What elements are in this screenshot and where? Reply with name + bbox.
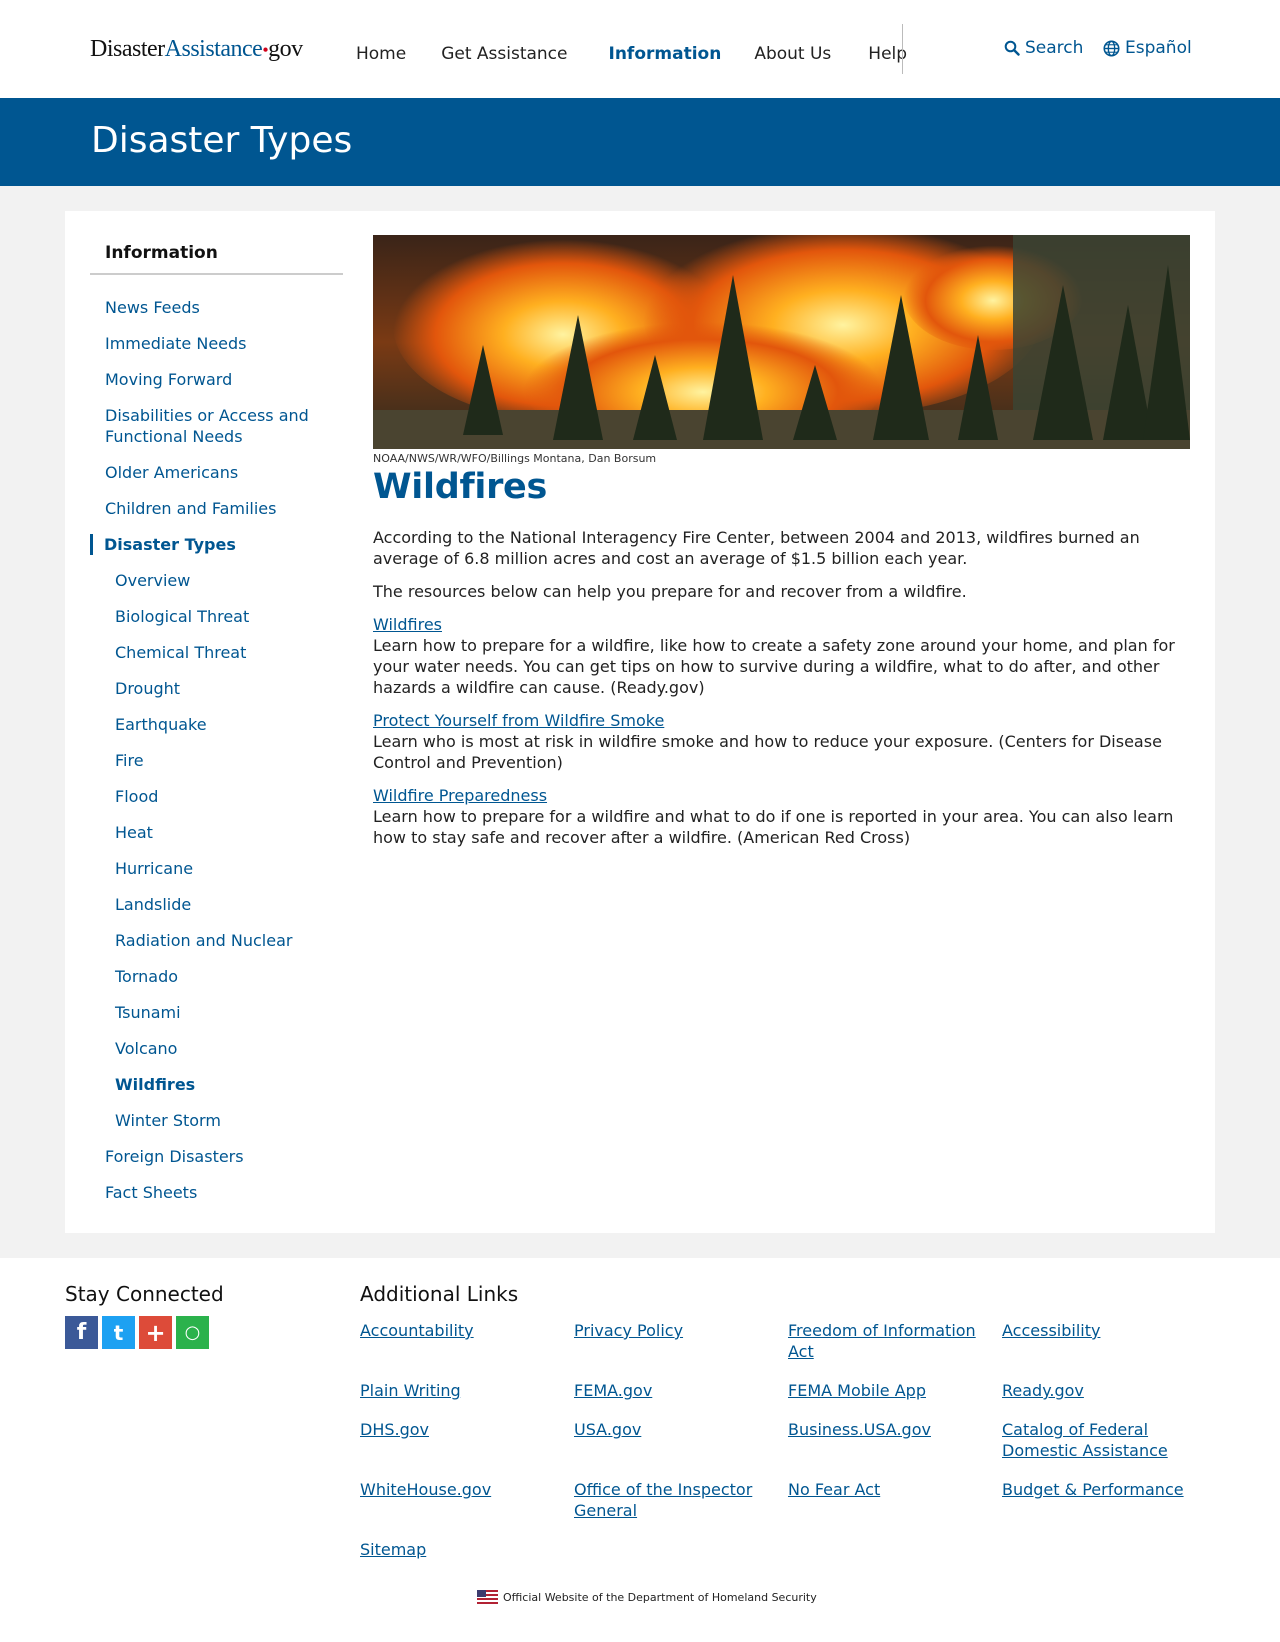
sidebar-item-news-feeds[interactable]: News Feeds <box>90 297 343 318</box>
sidebar-subitem-wildfires[interactable]: Wildfires <box>90 1074 343 1095</box>
nav-divider <box>902 24 903 74</box>
footer-link-privacy-policy[interactable]: Privacy Policy <box>574 1320 788 1362</box>
sidebar-subitem-tornado[interactable]: Tornado <box>90 966 343 987</box>
resource-description: Learn how to prepare for a wildfire, lik… <box>373 636 1175 697</box>
additional-links-heading: Additional Links <box>360 1282 519 1306</box>
wildfire-hero-image <box>373 235 1190 449</box>
links-row: Accountability Privacy Policy Freedom of… <box>360 1320 1240 1362</box>
image-credit: NOAA/NWS/WR/WFO/Billings Montana, Dan Bo… <box>373 452 657 465</box>
footer-link-accountability[interactable]: Accountability <box>360 1320 574 1362</box>
sidebar-subitem-biological-threat[interactable]: Biological Threat <box>90 606 343 627</box>
sidebar-subitem-earthquake[interactable]: Earthquake <box>90 714 343 735</box>
site-logo[interactable]: DisasterAssistance•gov <box>90 36 303 63</box>
footer-link-budget-performance[interactable]: Budget & Performance <box>1002 1479 1216 1521</box>
sidebar-subitem-hurricane[interactable]: Hurricane <box>90 858 343 879</box>
footer-link-accessibility[interactable]: Accessibility <box>1002 1320 1216 1362</box>
sidebar-subitem-radiation-nuclear[interactable]: Radiation and Nuclear <box>90 930 343 951</box>
nav-information[interactable]: Information <box>609 44 722 64</box>
sidebar-subitem-volcano[interactable]: Volcano <box>90 1038 343 1059</box>
page-banner: Disaster Types <box>0 98 1280 186</box>
resource-link-wildfires[interactable]: Wildfires <box>373 614 1190 635</box>
search-icon <box>1004 40 1020 56</box>
links-row: WhiteHouse.gov Office of the Inspector G… <box>360 1479 1240 1521</box>
sidebar-item-moving-forward[interactable]: Moving Forward <box>90 369 343 390</box>
twitter-icon[interactable]: t <box>102 1316 135 1349</box>
footer-link-no-fear-act[interactable]: No Fear Act <box>788 1479 1002 1521</box>
resource-item: Wildfire Preparedness Learn how to prepa… <box>373 785 1190 848</box>
globe-icon <box>1103 39 1120 57</box>
footer-link-whitehouse[interactable]: WhiteHouse.gov <box>360 1479 574 1521</box>
resource-description: Learn how to prepare for a wildfire and … <box>373 807 1174 847</box>
search-button[interactable]: Search <box>1004 38 1083 58</box>
official-website-text: Official Website of the Department of Ho… <box>503 1590 817 1604</box>
resource-item: Protect Yourself from Wildfire Smoke Lea… <box>373 710 1190 773</box>
sidebar: Information News Feeds Immediate Needs M… <box>90 235 343 1218</box>
sidebar-subitem-tsunami[interactable]: Tsunami <box>90 1002 343 1023</box>
sidebar-item-disabilities[interactable]: Disabilities or Access and Functional Ne… <box>90 405 343 447</box>
sidebar-subitem-flood[interactable]: Flood <box>90 786 343 807</box>
resource-link-wildfire-preparedness[interactable]: Wildfire Preparedness <box>373 785 1190 806</box>
sidebar-item-immediate-needs[interactable]: Immediate Needs <box>90 333 343 354</box>
links-row: Plain Writing FEMA.gov FEMA Mobile App R… <box>360 1380 1240 1401</box>
logo-part-disaster: Disaster <box>90 36 165 62</box>
sidebar-item-fact-sheets[interactable]: Fact Sheets <box>90 1182 343 1203</box>
site-header: DisasterAssistance•gov Home Get Assistan… <box>0 0 1280 98</box>
us-flag-icon <box>477 1590 498 1604</box>
sidebar-subitem-fire[interactable]: Fire <box>90 750 343 771</box>
footer-link-fema[interactable]: FEMA.gov <box>574 1380 788 1401</box>
footer-link-dhs[interactable]: DHS.gov <box>360 1419 574 1461</box>
nav-get-assistance[interactable]: Get Assistance <box>441 44 567 64</box>
resource-link-wildfire-smoke[interactable]: Protect Yourself from Wildfire Smoke <box>373 710 1190 731</box>
chat-icon[interactable]: ○ <box>176 1316 209 1349</box>
official-website-notice: Official Website of the Department of Ho… <box>477 1590 817 1604</box>
sidebar-subitem-winter-storm[interactable]: Winter Storm <box>90 1110 343 1131</box>
language-label: Español <box>1125 38 1192 58</box>
language-toggle[interactable]: Español <box>1103 38 1192 58</box>
footer-link-ready[interactable]: Ready.gov <box>1002 1380 1216 1401</box>
sidebar-list: News Feeds Immediate Needs Moving Forwar… <box>90 297 343 1203</box>
logo-part-assistance: Assistance <box>164 36 263 62</box>
sidebar-item-children-families[interactable]: Children and Families <box>90 498 343 519</box>
google-plus-icon[interactable]: + <box>139 1316 172 1349</box>
page-title: Disaster Types <box>91 120 353 161</box>
footer-link-fema-mobile-app[interactable]: FEMA Mobile App <box>788 1380 1002 1401</box>
nav-home[interactable]: Home <box>356 44 406 64</box>
sidebar-subitem-chemical-threat[interactable]: Chemical Threat <box>90 642 343 663</box>
sidebar-subitem-heat[interactable]: Heat <box>90 822 343 843</box>
footer-link-business-usa[interactable]: Business.USA.gov <box>788 1419 1002 1461</box>
article-title: Wildfires <box>373 467 548 507</box>
main-nav: Home Get Assistance Information About Us… <box>356 44 907 64</box>
facebook-icon[interactable]: f <box>65 1316 98 1349</box>
footer-link-sitemap[interactable]: Sitemap <box>360 1539 574 1560</box>
footer-link-foia[interactable]: Freedom of Information Act <box>788 1320 1002 1362</box>
main-card: Information News Feeds Immediate Needs M… <box>65 211 1215 1233</box>
footer-link-usa[interactable]: USA.gov <box>574 1419 788 1461</box>
sidebar-subitem-overview[interactable]: Overview <box>90 570 343 591</box>
sidebar-item-older-americans[interactable]: Older Americans <box>90 462 343 483</box>
main-content: NOAA/NWS/WR/WFO/Billings Montana, Dan Bo… <box>373 235 1190 848</box>
sidebar-subitem-drought[interactable]: Drought <box>90 678 343 699</box>
resource-item: Wildfires Learn how to prepare for a wil… <box>373 614 1190 698</box>
nav-about-us[interactable]: About Us <box>754 44 831 64</box>
footer-link-plain-writing[interactable]: Plain Writing <box>360 1380 574 1401</box>
sidebar-item-foreign-disasters[interactable]: Foreign Disasters <box>90 1146 343 1167</box>
footer-link-catalog-federal-assistance[interactable]: Catalog of Federal Domestic Assistance <box>1002 1419 1216 1461</box>
intro-paragraph: According to the National Interagency Fi… <box>373 528 1140 568</box>
links-row: Sitemap <box>360 1539 1240 1560</box>
search-label: Search <box>1025 38 1084 58</box>
additional-links: Accountability Privacy Policy Freedom of… <box>360 1320 1240 1578</box>
social-links: f t + ○ <box>65 1316 213 1349</box>
footer-link-inspector-general[interactable]: Office of the Inspector General <box>574 1479 788 1521</box>
sidebar-title: Information <box>90 235 343 275</box>
logo-part-gov: gov <box>268 36 303 62</box>
sidebar-subitem-landslide[interactable]: Landslide <box>90 894 343 915</box>
links-row: DHS.gov USA.gov Business.USA.gov Catalog… <box>360 1419 1240 1461</box>
sidebar-item-disaster-types[interactable]: Disaster Types <box>90 534 343 555</box>
site-footer: Stay Connected f t + ○ Additional Links … <box>0 1258 1280 1642</box>
resource-description: Learn who is most at risk in wildfire sm… <box>373 732 1162 772</box>
stay-connected-heading: Stay Connected <box>65 1282 224 1306</box>
intro-paragraph-2: The resources below can help you prepare… <box>373 582 967 601</box>
